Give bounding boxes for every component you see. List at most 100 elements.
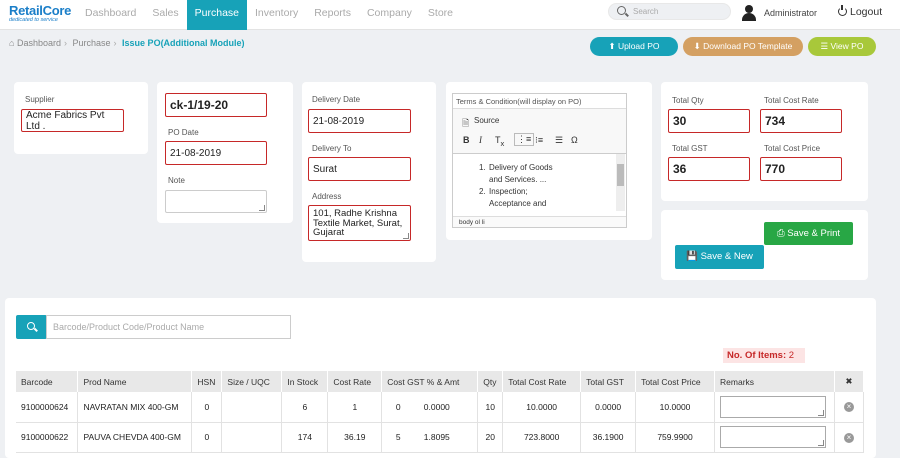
terms-item-1: 1. Delivery of Goods and Services. ... [479, 163, 553, 184]
terms-editor[interactable]: Terms & Condition(will display on PO) 🗎 … [452, 93, 627, 228]
remarks-input[interactable] [720, 426, 827, 448]
save-new-button[interactable]: 💾 Save & New [675, 245, 764, 269]
breadcrumb-current: Issue PO(Additional Module) [122, 38, 245, 48]
table-row: 9100000624 NAVRATAN MIX 400-GM 0 6 1 0 0.… [16, 392, 865, 423]
col-hsn: HSN [191, 371, 223, 392]
col-barcode: Barcode [16, 371, 79, 392]
col-cost-gst: Cost GST % & Amt [381, 371, 479, 392]
supplier-field[interactable]: Acme Fabrics Pvt Ltd . [21, 109, 124, 132]
cell-prod-name: PAUVA CHEVDA 400-GM [77, 422, 193, 453]
col-delete: ✖ [834, 371, 865, 392]
top-navbar: RetailCore dedicated to service Dashboar… [0, 0, 900, 30]
download-template-button[interactable]: ⬇ Download PO Template [683, 37, 803, 56]
nav-dashboard[interactable]: Dashboard [77, 0, 144, 30]
delete-row-icon[interactable]: × [843, 402, 854, 413]
breadcrumb-parent[interactable]: Purchase [73, 38, 111, 48]
total-gst-field: 36 [668, 157, 750, 181]
nav-inventory[interactable]: Inventory [247, 0, 306, 30]
app-logo[interactable]: RetailCore dedicated to service [9, 3, 77, 23]
po-card: ck-1/19-20 PO Date 21-08-2019 Note [157, 82, 293, 223]
col-total-cost-price: Total Cost Price [635, 371, 716, 392]
cell-qty[interactable]: 10 [477, 392, 504, 423]
source-button[interactable]: Source [474, 116, 499, 125]
cell-remarks [714, 392, 835, 423]
cell-delete: × [834, 392, 865, 423]
cell-qty[interactable]: 20 [477, 422, 504, 453]
totals-card: Total Qty 30 Total Cost Rate 734 Total G… [661, 82, 868, 201]
print-icon: ⎙ [776, 228, 788, 239]
nav-store[interactable]: Store [420, 0, 461, 30]
cell-in-stock: 174 [281, 422, 329, 453]
upload-po-button[interactable]: ⬆ Upload PO [590, 37, 678, 56]
horizontal-line-icon[interactable]: ☰ [555, 135, 563, 146]
total-cost-rate-field: 734 [760, 109, 842, 133]
total-cost-price-label: Total Cost Price [764, 144, 821, 153]
remarks-input[interactable] [720, 395, 827, 418]
cell-size [221, 392, 283, 423]
editor-scroll-thumb[interactable] [617, 164, 624, 186]
col-prod-name: Prod Name [77, 371, 193, 392]
breadcrumb-home[interactable]: Dashboard [17, 38, 61, 48]
user-icon[interactable] [741, 5, 757, 21]
editor-path: body ol li [453, 216, 626, 227]
list-icon: ☰ [820, 41, 831, 51]
delivery-date-label: Delivery Date [312, 95, 361, 104]
cell-cost-rate[interactable]: 36.19 [327, 422, 383, 453]
po-number-field[interactable]: ck-1/19-20 [165, 93, 267, 117]
po-date-field[interactable]: 21-08-2019 [165, 141, 267, 165]
cell-cost-rate[interactable]: 1 [327, 392, 383, 423]
address-field[interactable]: 101, Radhe Krishna Textile Market, Surat… [308, 205, 411, 241]
nav-reports[interactable]: Reports [306, 0, 359, 30]
product-search-input[interactable] [46, 315, 291, 339]
col-remarks: Remarks [714, 371, 835, 392]
bullet-list-icon[interactable]: ⁝≡ [535, 135, 543, 146]
italic-icon[interactable]: I [479, 135, 482, 145]
col-size: Size / UQC [221, 371, 283, 392]
delivery-to-field[interactable]: Surat [308, 157, 411, 181]
cell-size [221, 422, 283, 453]
upload-icon: ⬆ [608, 41, 618, 51]
user-name[interactable]: Administrator [764, 8, 817, 18]
numbered-list-icon[interactable]: ⋮≡ [514, 133, 535, 146]
logout-button[interactable]: Logout [838, 5, 882, 18]
po-items-table: Barcode Prod Name HSN Size / UQC In Stoc… [16, 371, 865, 453]
table-row: 9100000622 PAUVA CHEVDA 400-GM 0 174 36.… [16, 422, 865, 453]
note-field[interactable] [165, 190, 267, 213]
supplier-label: Supplier [25, 95, 55, 104]
cell-total-gst: 36.1900 [580, 422, 637, 453]
cell-in-stock: 6 [281, 392, 329, 423]
cell-remarks [714, 422, 835, 453]
nav-company[interactable]: Company [359, 0, 420, 30]
total-gst-label: Total GST [672, 144, 708, 153]
col-total-gst: Total GST [580, 371, 637, 392]
view-po-button[interactable]: ☰ View PO [808, 37, 876, 56]
special-char-icon[interactable]: Ω [571, 135, 578, 145]
terms-title: Terms & Condition(will display on PO) [456, 97, 582, 106]
bold-icon[interactable]: B [463, 135, 470, 145]
save-print-button[interactable]: ⎙ Save & Print [764, 222, 853, 245]
search-icon [617, 6, 626, 15]
col-qty: Qty [477, 371, 504, 392]
global-search[interactable]: Search [608, 3, 731, 20]
terms-item-2: 2.Inspection; Acceptance and Rejection. … [479, 187, 547, 208]
breadcrumb: ⌂ Dashboard › Purchase › Issue PO(Addition… [9, 38, 245, 48]
col-total-cost-rate: Total Cost Rate [502, 371, 582, 392]
editor-toolbar: 🗎 Source B I Tx ⋮≡ ⁝≡ ☰ Ω [453, 108, 626, 154]
editor-content[interactable]: 1. Delivery of Goods and Services. ... 2.… [453, 154, 616, 211]
nav-purchase[interactable]: Purchase [186, 0, 247, 30]
delivery-date-field[interactable]: 21-08-2019 [308, 109, 411, 133]
note-label: Note [168, 176, 185, 185]
supplier-card: Supplier Acme Fabrics Pvt Ltd . [14, 82, 148, 154]
download-icon: ⬇ [693, 41, 704, 51]
col-in-stock: In Stock [281, 371, 329, 392]
nav-sales[interactable]: Sales [144, 0, 186, 30]
cell-barcode: 9100000622 [16, 422, 79, 453]
product-search-button[interactable] [16, 315, 47, 339]
main-nav: Dashboard Sales Purchase Inventory Repor… [77, 0, 461, 30]
source-icon[interactable]: 🗎 [462, 116, 469, 132]
address-label: Address [312, 192, 342, 201]
delete-row-icon[interactable]: × [843, 432, 854, 443]
cell-total-gst: 0.0000 [580, 392, 637, 423]
clear-format-icon[interactable]: Tx [495, 135, 504, 148]
items-count-badge: No. Of Items: 2 [723, 348, 805, 363]
